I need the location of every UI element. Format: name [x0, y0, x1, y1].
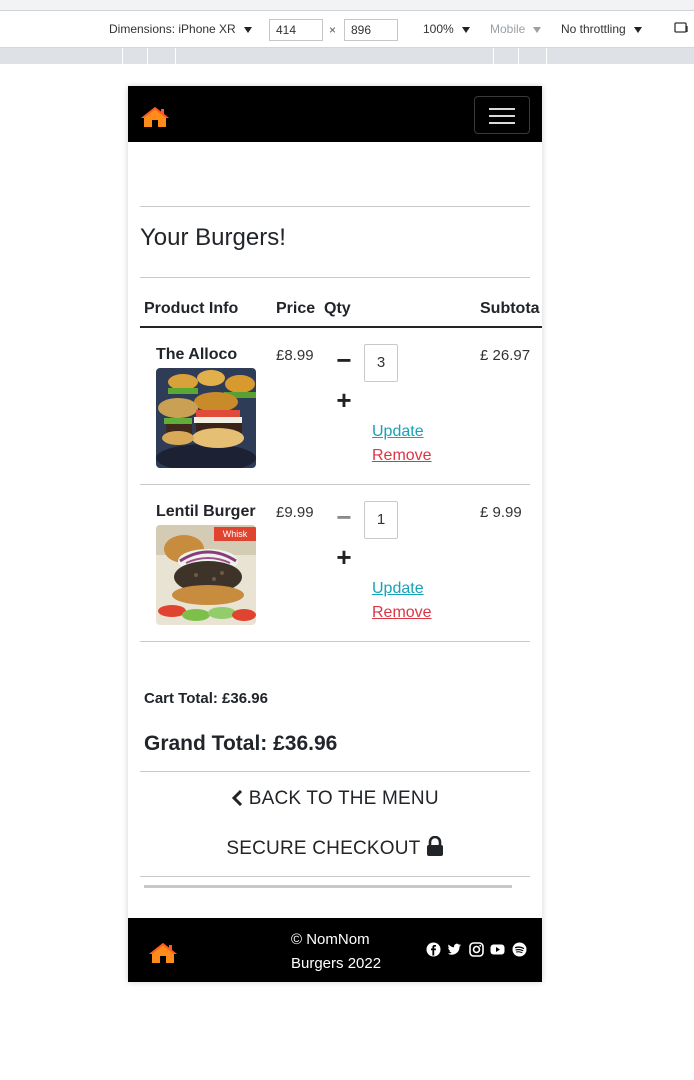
update-link[interactable]: Update [372, 580, 424, 598]
scrollbar-track[interactable] [144, 885, 512, 888]
device-toolbar: Dimensions: iPhone XR 414 × 896 100% Mob… [0, 12, 694, 48]
mobile-select[interactable]: Mobile [490, 22, 542, 36]
product-image-lentil-burger[interactable]: Whisk [156, 525, 256, 625]
grand-total: Grand Total: £36.96 [144, 732, 338, 755]
product-image-alloco[interactable] [156, 368, 256, 468]
chevron-left-icon [232, 789, 243, 807]
increment-qty-button[interactable]: + [335, 387, 353, 413]
throttling-select[interactable]: No throttling [561, 22, 642, 36]
navbar-toggle-button[interactable] [474, 96, 530, 134]
product-subtotal: £ 9.99 [480, 504, 522, 521]
hamburger-icon [489, 108, 515, 110]
dropdown-caret-icon [633, 26, 642, 33]
media-query-ruler [0, 48, 694, 64]
row-divider [140, 641, 530, 642]
dimension-separator: × [329, 23, 337, 37]
dropdown-caret-icon [243, 26, 252, 33]
product-price: £8.99 [276, 347, 314, 364]
product-subtotal: £ 26.97 [480, 347, 531, 364]
page-title: Your Burgers! [140, 224, 286, 251]
zoom-select[interactable]: 100% [423, 22, 470, 36]
secure-checkout-button[interactable]: SECURE CHECKOUT [128, 835, 542, 860]
decrement-qty-button[interactable]: − [335, 347, 353, 373]
youtube-icon[interactable] [490, 942, 505, 957]
social-links [426, 942, 529, 958]
device-dimensions-select[interactable]: Dimensions: iPhone XR [109, 22, 252, 36]
divider [140, 206, 530, 207]
table-header-border [140, 326, 542, 328]
column-header-subtotal: Subtota [480, 300, 540, 317]
remove-link[interactable]: Remove [372, 604, 432, 622]
product-price: £9.99 [276, 504, 314, 521]
product-name: The Alloco [156, 346, 238, 363]
lock-icon [426, 835, 443, 856]
quantity-input[interactable]: 3 [364, 344, 398, 382]
column-header-product: Product Info [144, 300, 239, 317]
copyright-text: © NomNom Burgers 2022 [291, 931, 382, 972]
footer: © NomNom Burgers 2022 [128, 918, 542, 982]
browser-top-strip [0, 0, 694, 11]
instagram-icon[interactable] [469, 942, 484, 957]
column-header-qty: Qty [324, 300, 351, 317]
update-link[interactable]: Update [372, 423, 424, 441]
decrement-qty-button[interactable]: − [335, 504, 353, 530]
home-icon[interactable] [148, 942, 178, 964]
cart-total: Cart Total: £36.96 [144, 690, 268, 707]
quantity-input[interactable]: 1 [364, 501, 398, 539]
home-icon[interactable] [140, 106, 170, 128]
spotify-icon[interactable] [512, 942, 527, 957]
column-header-price: Price [276, 300, 316, 317]
dropdown-caret-icon [461, 26, 470, 33]
row-divider [140, 484, 530, 485]
svg-text:Whisk: Whisk [223, 529, 248, 539]
product-name: Lentil Burger [156, 503, 256, 520]
navbar [128, 86, 542, 142]
width-input[interactable]: 414 [269, 19, 323, 41]
twitter-icon[interactable] [447, 942, 462, 957]
rotate-icon[interactable] [674, 20, 690, 39]
increment-qty-button[interactable]: + [335, 544, 353, 570]
height-input[interactable]: 896 [344, 19, 398, 41]
remove-link[interactable]: Remove [372, 447, 432, 465]
facebook-icon[interactable] [426, 942, 441, 957]
divider [140, 771, 530, 772]
back-to-menu-button[interactable]: BACK TO THE MENU [128, 788, 542, 810]
device-viewport: Your Burgers! Product Info Price Qty Sub… [128, 86, 542, 982]
dropdown-caret-icon [533, 26, 542, 33]
divider [140, 277, 530, 278]
divider [140, 876, 530, 877]
